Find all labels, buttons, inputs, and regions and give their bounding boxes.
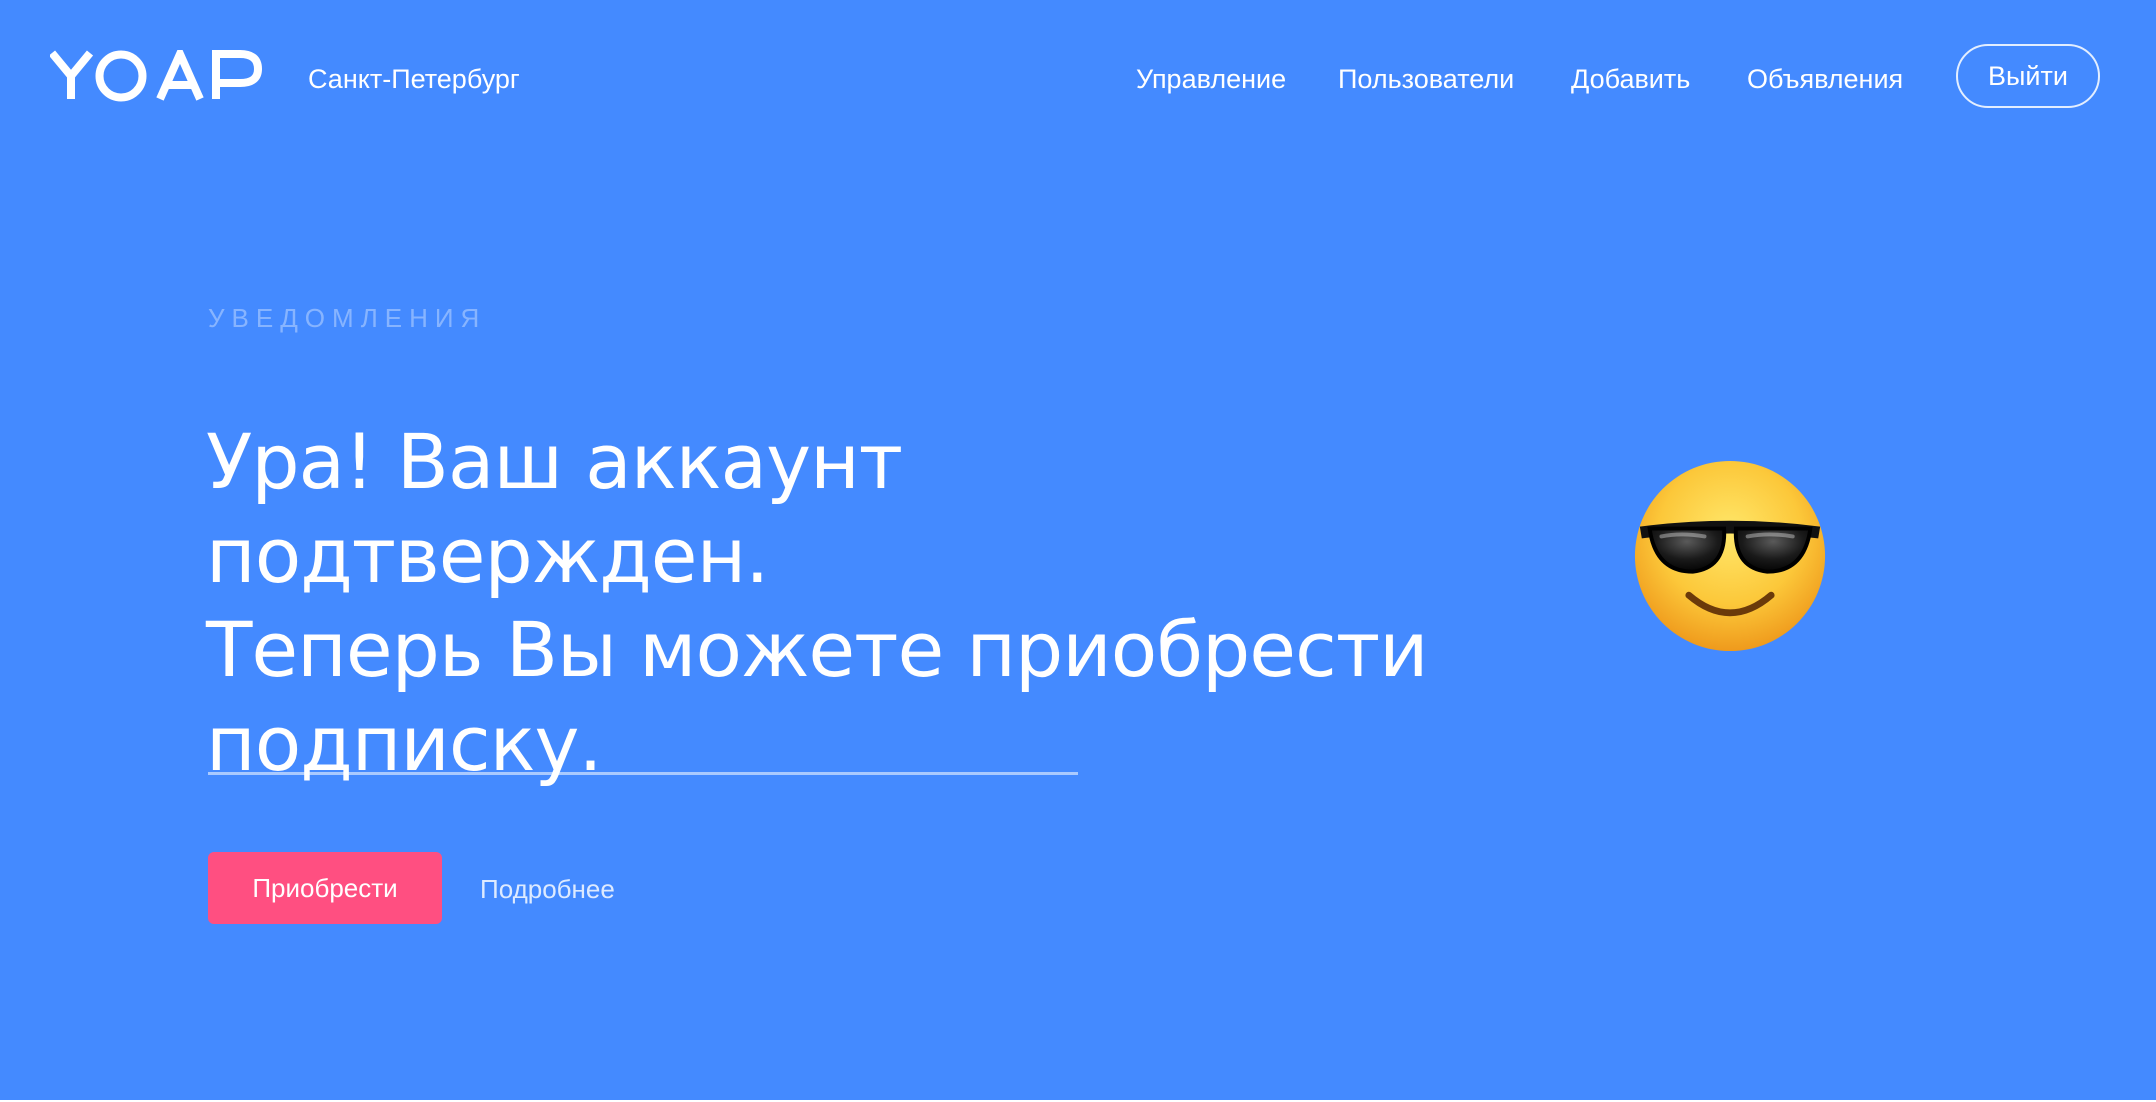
- headline-line: Ура! Ваш аккаунт подтвержден.: [206, 417, 903, 600]
- yoap-logo[interactable]: [50, 50, 265, 102]
- nav-users[interactable]: Пользователи: [1338, 62, 1514, 96]
- nav-management[interactable]: Управление: [1136, 62, 1286, 96]
- nav-listings[interactable]: Объявления: [1747, 62, 1903, 96]
- logout-button[interactable]: Выйти: [1956, 44, 2100, 108]
- section-eyebrow: УВЕДОМЛЕНИЯ: [208, 303, 487, 333]
- notification-page: Санкт-Петербург Управление Пользователи …: [0, 0, 2156, 1100]
- city-label[interactable]: Санкт-Петербург: [308, 62, 520, 96]
- headline: Ура! Ваш аккаунт подтвержден. Теперь Вы …: [206, 415, 1466, 791]
- nav-add[interactable]: Добавить: [1571, 62, 1690, 96]
- divider: [208, 772, 1078, 775]
- headline-line: Теперь Вы можете приобрести: [206, 605, 1429, 694]
- logout-label: Выйти: [1988, 60, 2068, 91]
- more-info-link[interactable]: Подробнее: [480, 872, 615, 906]
- smiling-face-with-sunglasses-icon: [1634, 460, 1826, 652]
- buy-subscription-button[interactable]: Приобрести: [208, 852, 442, 924]
- buy-button-label: Приобрести: [252, 872, 398, 903]
